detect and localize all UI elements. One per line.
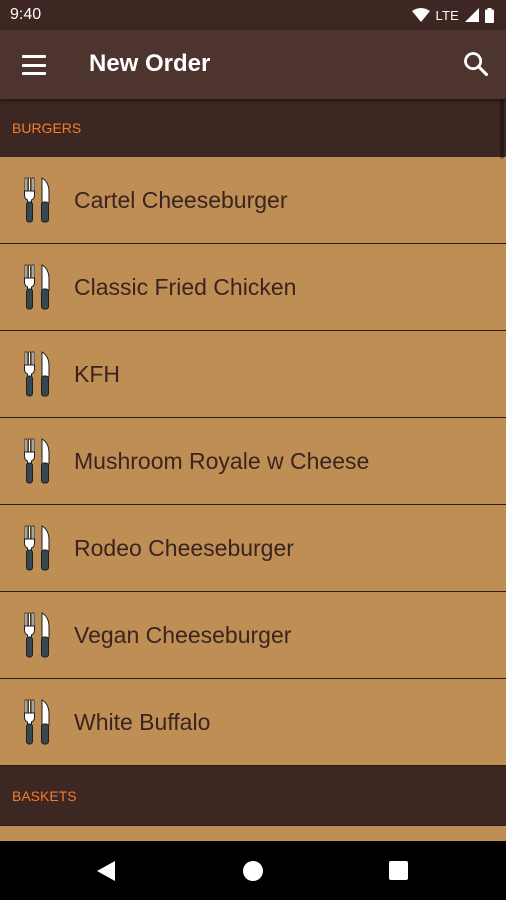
recents-icon[interactable] [389, 861, 408, 880]
list-item-label: Classic Fried Chicken [74, 273, 297, 300]
home-icon[interactable] [243, 861, 263, 881]
navigation-bar [0, 841, 506, 900]
status-bar: 9:40 LTE [0, 0, 506, 30]
list-item[interactable] [0, 825, 506, 841]
network-type: LTE [435, 7, 459, 23]
list-item[interactable]: Vegan Cheeseburger [0, 592, 506, 679]
cell-signal-icon [465, 8, 479, 22]
fork-knife-icon [22, 176, 54, 224]
app-bar: New Order [0, 30, 506, 99]
burgers-list: Cartel Cheeseburger Classic Fried Chicke… [0, 157, 506, 766]
battery-icon [485, 7, 494, 23]
list-item-label: Vegan Cheeseburger [74, 621, 292, 648]
wifi-icon [411, 8, 430, 22]
fork-knife-icon [22, 611, 54, 659]
list-item-label: KFH [74, 360, 120, 387]
fork-knife-icon [22, 437, 54, 485]
list-item[interactable]: Classic Fried Chicken [0, 244, 506, 331]
status-icons: LTE [411, 7, 494, 23]
list-item[interactable]: KFH [0, 331, 506, 418]
section-header-burgers: BURGERS [0, 99, 506, 157]
list-item-label: Mushroom Royale w Cheese [74, 447, 370, 474]
fork-knife-icon [22, 524, 54, 572]
hamburger-menu-icon[interactable] [20, 52, 48, 78]
search-icon[interactable] [462, 50, 490, 78]
list-item-label: Cartel Cheeseburger [74, 186, 288, 213]
back-icon[interactable] [95, 859, 117, 883]
list-item[interactable]: White Buffalo [0, 679, 506, 766]
list-item[interactable]: Cartel Cheeseburger [0, 157, 506, 244]
status-time: 9:40 [10, 6, 42, 23]
menu-list[interactable]: BURGERS Cartel Cheeseburger Classic Frie… [0, 99, 506, 841]
list-item[interactable]: Mushroom Royale w Cheese [0, 418, 506, 505]
fork-knife-icon [22, 698, 54, 746]
list-item[interactable]: Rodeo Cheeseburger [0, 505, 506, 592]
section-header-baskets: BASKETS [0, 766, 506, 825]
fork-knife-icon [22, 350, 54, 398]
page-title: New Order [89, 50, 211, 77]
fork-knife-icon [22, 263, 54, 311]
scrollbar[interactable] [500, 99, 504, 159]
list-item-label: White Buffalo [74, 708, 211, 735]
list-item-label: Rodeo Cheeseburger [74, 534, 294, 561]
